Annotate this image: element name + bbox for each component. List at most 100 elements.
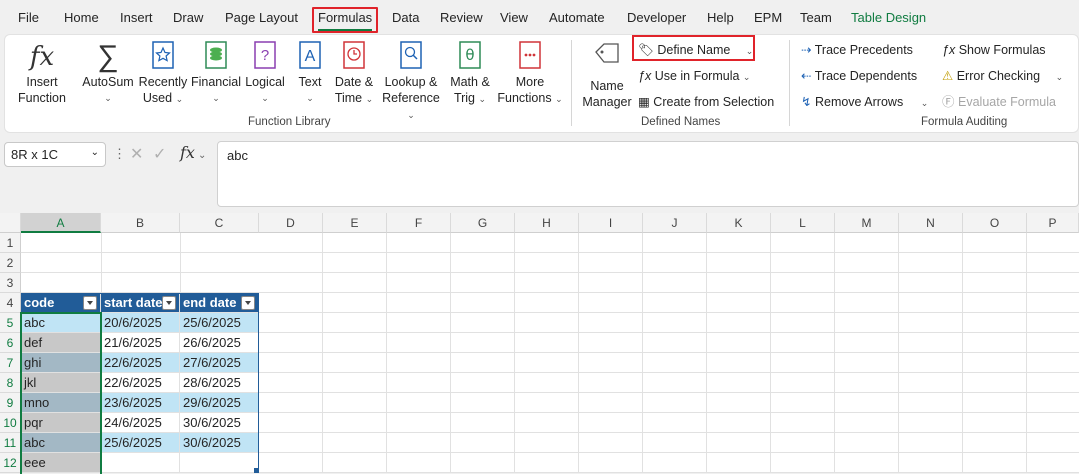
selection-border: [20, 312, 102, 474]
logical-button[interactable]: ? Logical ⌄: [243, 40, 287, 106]
more-functions-button[interactable]: More Functions ⌄: [497, 40, 563, 107]
column-header-h[interactable]: H: [515, 213, 579, 233]
table-resize-handle[interactable]: [254, 468, 259, 473]
group-separator: [789, 40, 790, 126]
warning-icon: ⚠: [942, 69, 954, 83]
financial-button[interactable]: Financial ⌄: [190, 40, 242, 106]
row-header-11[interactable]: 11: [0, 433, 21, 453]
chevron-down-icon: ⌄: [745, 46, 754, 56]
row-header-4[interactable]: 4: [0, 293, 21, 313]
evaluate-formula-button[interactable]: Ⓕ Evaluate Formula: [942, 94, 1056, 110]
cancel-icon[interactable]: ✕: [130, 144, 143, 164]
grid-line: [101, 233, 102, 293]
tab-epm[interactable]: EPM: [754, 10, 782, 25]
enter-icon[interactable]: ✓: [153, 144, 166, 164]
tab-home[interactable]: Home: [64, 10, 99, 25]
create-from-selection-button[interactable]: ▦ Create from Selection: [638, 94, 774, 110]
recently-used-button[interactable]: Recently Used ⌄: [137, 40, 189, 107]
trace-dependents-button[interactable]: ⇠ Trace Dependents: [801, 68, 917, 84]
formula-bar[interactable]: abc: [217, 141, 1079, 207]
column-header-l[interactable]: L: [771, 213, 835, 233]
worksheet-grid[interactable]: A B C D E F G H I J K L M N O P 1 2 3 4 …: [0, 213, 1079, 474]
trace-dependents-label: Trace Dependents: [814, 69, 918, 83]
math-trig-button[interactable]: θ Math & Trig ⌄: [446, 40, 494, 107]
fx-small-icon: ƒx: [638, 69, 652, 83]
name-box[interactable]: 8R x 1C ⌄: [4, 142, 106, 167]
select-all-corner[interactable]: [0, 213, 21, 233]
tab-team[interactable]: Team: [800, 10, 832, 25]
trace-dependents-icon: ⇠: [801, 69, 812, 83]
insert-function-button[interactable]: fx Insert Function: [14, 40, 70, 106]
chevron-down-icon: ⌄: [90, 147, 99, 158]
magnifier-book-icon: [400, 41, 422, 69]
column-header-e[interactable]: E: [323, 213, 387, 233]
svg-text:θ: θ: [465, 46, 474, 64]
tab-review[interactable]: Review: [440, 10, 483, 25]
recently-used-label-2: Used: [142, 91, 173, 105]
row-header-1[interactable]: 1: [0, 233, 21, 253]
tab-help[interactable]: Help: [707, 10, 734, 25]
name-box-value: 8R x 1C: [11, 147, 58, 162]
more-options-icon[interactable]: ⋮: [113, 146, 126, 162]
tab-developer[interactable]: Developer: [627, 10, 686, 25]
text-button[interactable]: A Text ⌄: [293, 40, 327, 106]
autosum-button[interactable]: ∑ AutoSum ⌄: [80, 40, 136, 106]
row-header-9[interactable]: 9: [0, 393, 21, 413]
row-header-8[interactable]: 8: [0, 373, 21, 393]
date-time-button[interactable]: Date & Time ⌄: [330, 40, 378, 107]
column-header-f[interactable]: F: [387, 213, 451, 233]
name-manager-button[interactable]: Name Manager: [580, 40, 634, 110]
insert-function-fx-button[interactable]: fx ⌄: [180, 143, 206, 162]
tab-table-design[interactable]: Table Design: [851, 10, 926, 25]
trace-precedents-button[interactable]: ⇢ Trace Precedents: [801, 42, 913, 58]
remove-arrows-button[interactable]: ↯ Remove Arrows ⌄: [801, 94, 928, 111]
column-header-i[interactable]: I: [579, 213, 643, 233]
logical-label: Logical: [245, 75, 285, 89]
tab-draw[interactable]: Draw: [173, 10, 203, 25]
column-header-m[interactable]: M: [835, 213, 899, 233]
row-header-3[interactable]: 3: [0, 273, 21, 293]
chevron-down-icon: ⌄: [742, 72, 751, 82]
row-header-5[interactable]: 5: [0, 313, 21, 333]
lookup-reference-button[interactable]: Lookup & Reference ⌄: [379, 40, 443, 123]
row-header-7[interactable]: 7: [0, 353, 21, 373]
text-book-icon: A: [299, 41, 321, 69]
column-header-g[interactable]: G: [451, 213, 515, 233]
chevron-down-icon: ⌄: [407, 110, 415, 120]
chevron-down-icon: ⌄: [175, 94, 184, 104]
column-header-p[interactable]: P: [1027, 213, 1079, 233]
tab-data[interactable]: Data: [392, 10, 419, 25]
defined-names-group-label: Defined Names: [641, 116, 721, 128]
row-header-10[interactable]: 10: [0, 413, 21, 433]
define-name-button[interactable]: 🏷 Define Name ⌄: [638, 42, 753, 59]
column-header-c[interactable]: C: [180, 213, 259, 233]
column-header-k[interactable]: K: [707, 213, 771, 233]
column-header-b[interactable]: B: [101, 213, 180, 233]
financial-icon: [205, 41, 227, 69]
name-manager-label-2: Manager: [582, 95, 632, 109]
insert-function-label-2: Function: [18, 91, 66, 105]
error-checking-button[interactable]: ⚠ Error Checking ⌄: [942, 68, 1063, 85]
column-header-d[interactable]: D: [259, 213, 323, 233]
column-header-n[interactable]: N: [899, 213, 963, 233]
column-header-o[interactable]: O: [963, 213, 1027, 233]
theta-book-icon: θ: [459, 41, 481, 69]
row-header-12[interactable]: 12: [0, 453, 21, 473]
formula-auditing-group-label: Formula Auditing: [921, 116, 1008, 128]
use-in-formula-button[interactable]: ƒx Use in Formula ⌄: [638, 68, 750, 85]
tab-automate[interactable]: Automate: [549, 10, 605, 25]
chevron-down-icon: ⌄: [1055, 72, 1064, 82]
show-formulas-button[interactable]: ƒx Show Formulas: [942, 42, 1046, 58]
row-header-2[interactable]: 2: [0, 253, 21, 273]
column-header-j[interactable]: J: [643, 213, 707, 233]
tab-file[interactable]: File: [18, 10, 39, 25]
tab-insert[interactable]: Insert: [120, 10, 153, 25]
column-header-a[interactable]: A: [21, 213, 101, 233]
chevron-down-icon: ⌄: [920, 98, 929, 108]
svg-text:A: A: [305, 48, 316, 65]
tab-page-layout[interactable]: Page Layout: [225, 10, 298, 25]
math-trig-label-2: Trig: [453, 91, 476, 105]
tab-view[interactable]: View: [500, 10, 528, 25]
row-header-6[interactable]: 6: [0, 333, 21, 353]
clock-book-icon: [343, 41, 365, 69]
